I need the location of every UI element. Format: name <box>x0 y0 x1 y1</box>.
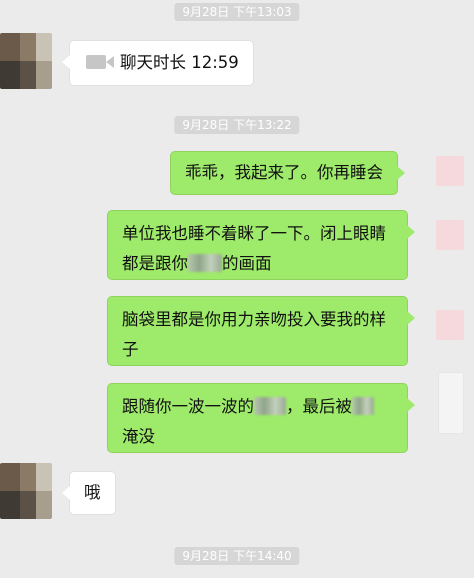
my-avatar[interactable] <box>436 310 464 340</box>
contact-avatar[interactable] <box>0 33 52 89</box>
message-text-line: 跟随你一波一波的 ，最后被 <box>122 392 393 422</box>
timestamp: 9月28日 下午14:40 <box>174 547 300 565</box>
message-text-line: 都是跟你 的画面 <box>122 254 272 273</box>
message-text: 单位我也睡不着眯了一下。闭上眼睛 <box>122 224 386 243</box>
my-avatar[interactable] <box>436 220 464 250</box>
call-duration-label: 聊天时长 12:59 <box>120 53 239 72</box>
redacted-text <box>254 397 286 415</box>
redacted-text <box>352 397 374 415</box>
incoming-message[interactable]: 哦 <box>62 471 116 515</box>
redacted-text <box>188 254 222 272</box>
timestamp: 9月28日 下午13:03 <box>174 3 300 21</box>
message-text: 脑袋里都是你用力亲吻投入要我的样 <box>122 310 386 329</box>
my-avatar[interactable] <box>438 372 464 434</box>
outgoing-message[interactable]: 乖乖，我起来了。你再睡会 <box>170 151 405 195</box>
timestamp: 9月28日 下午13:22 <box>174 116 300 134</box>
contact-avatar[interactable] <box>0 463 52 519</box>
message-text-line: 子 <box>122 340 139 359</box>
outgoing-message[interactable]: 脑袋里都是你用力亲吻投入要我的样 子 <box>107 296 415 366</box>
outgoing-message[interactable]: 跟随你一波一波的 ，最后被 淹没 <box>107 383 415 453</box>
message-text: 哦 <box>84 483 101 502</box>
message-text: 乖乖，我起来了。你再睡会 <box>185 163 383 182</box>
my-avatar[interactable] <box>436 156 464 186</box>
outgoing-message[interactable]: 单位我也睡不着眯了一下。闭上眼睛 都是跟你 的画面 <box>107 210 415 280</box>
call-record-message[interactable]: 聊天时长 12:59 <box>62 40 254 86</box>
video-call-icon <box>86 55 114 69</box>
message-text-line: 淹没 <box>122 427 155 446</box>
